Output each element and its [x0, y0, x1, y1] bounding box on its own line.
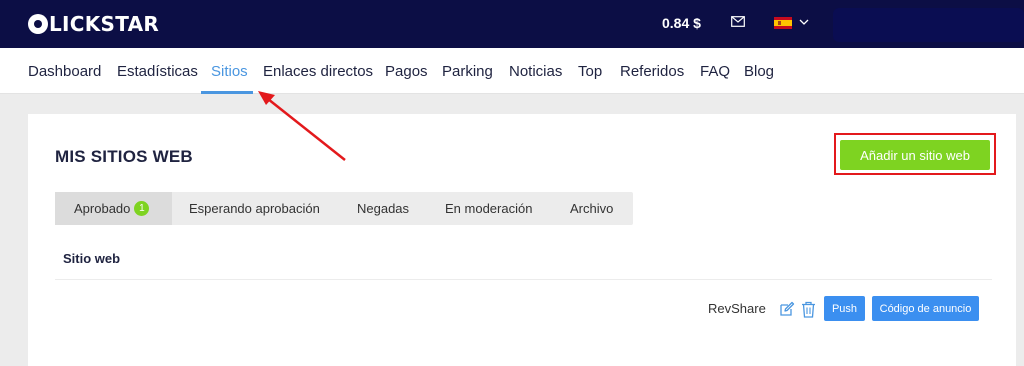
mail-icon[interactable]	[731, 16, 745, 27]
top-bar: LICKSTAR 0.84 $	[0, 0, 1024, 48]
logo-text: LICKSTAR	[49, 12, 160, 36]
tab-en-moderacion[interactable]: En moderación	[445, 192, 532, 225]
nav-sitios[interactable]: Sitios	[211, 63, 248, 80]
nav-enlaces-directos[interactable]: Enlaces directos	[263, 63, 373, 80]
nav-referidos[interactable]: Referidos	[620, 63, 684, 80]
approved-count-badge: 1	[134, 201, 150, 216]
page-title: MIS SITIOS WEB	[55, 147, 193, 166]
tab-aprobado-label: Aprobado	[74, 201, 131, 216]
column-header-sitio-web: Sitio web	[63, 251, 121, 266]
nav-parking[interactable]: Parking	[442, 63, 493, 80]
tab-aprobado[interactable]: Aprobado 1	[55, 192, 172, 225]
trash-icon[interactable]	[801, 301, 816, 318]
nav-pagos[interactable]: Pagos	[385, 63, 428, 80]
push-button[interactable]: Push	[824, 296, 865, 321]
nav-estadisticas[interactable]: Estadísticas	[117, 63, 198, 80]
tab-archivo[interactable]: Archivo	[570, 192, 613, 225]
edit-icon[interactable]	[779, 301, 795, 317]
nav-top[interactable]: Top	[578, 63, 602, 80]
balance-amount: 0.84 $	[662, 15, 701, 31]
revshare-label: RevShare	[708, 301, 766, 316]
logo-c-icon	[28, 14, 48, 34]
account-menu[interactable]	[833, 8, 1024, 42]
ad-code-button[interactable]: Código de anuncio	[872, 296, 979, 321]
chevron-down-icon[interactable]	[798, 16, 810, 28]
annotation-highlight-box	[834, 133, 996, 175]
clickstar-logo[interactable]: LICKSTAR	[28, 10, 159, 38]
tab-negadas[interactable]: Negadas	[357, 192, 409, 225]
spain-flag-icon[interactable]	[774, 17, 792, 29]
nav-blog[interactable]: Blog	[744, 63, 774, 80]
nav-faq[interactable]: FAQ	[700, 63, 730, 80]
active-nav-indicator	[201, 91, 253, 94]
tab-esperando-aprobacion[interactable]: Esperando aprobación	[189, 192, 320, 225]
row-divider	[55, 279, 992, 280]
status-tabs: Aprobado 1 Esperando aprobación Negadas …	[55, 192, 633, 225]
nav-noticias[interactable]: Noticias	[509, 63, 562, 80]
main-nav: Dashboard Estadísticas Sitios Enlaces di…	[0, 48, 1024, 94]
nav-dashboard[interactable]: Dashboard	[28, 63, 101, 80]
